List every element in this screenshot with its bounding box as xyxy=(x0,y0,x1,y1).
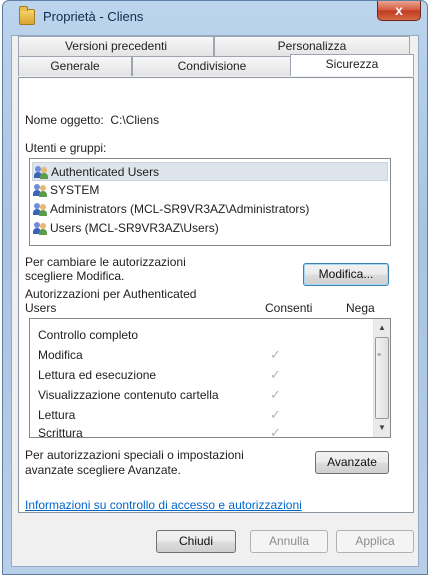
table-row: Lettura ✓ xyxy=(30,405,374,425)
advanced-button[interactable]: Avanzate xyxy=(315,451,389,474)
edit-button[interactable]: Modifica... xyxy=(303,263,389,286)
allow-check-icon: ✓ xyxy=(270,425,281,438)
scroll-thumb[interactable] xyxy=(375,337,389,419)
security-panel: Nome oggetto: C:\Cliens Utenti e gruppi:… xyxy=(18,77,414,513)
access-control-info-link[interactable]: Informazioni su controllo di accesso e a… xyxy=(25,498,302,512)
grip-icon: ≡ xyxy=(377,352,382,359)
title-bar[interactable]: Proprietà - Cliens x xyxy=(3,1,427,35)
object-name-value: C:\Cliens xyxy=(110,113,160,127)
folder-icon xyxy=(19,6,35,25)
advanced-text-1: Per autorizzazioni speciali o impostazio… xyxy=(25,448,244,462)
deny-column-header: Nega xyxy=(346,301,375,315)
permissions-title-1: Autorizzazioni per Authenticated xyxy=(25,287,197,301)
allow-check-icon: ✓ xyxy=(270,367,281,382)
scroll-up-icon[interactable]: ▲ xyxy=(374,320,390,336)
user-name: SYSTEM xyxy=(50,183,100,197)
object-name-caption: Nome oggetto: xyxy=(25,113,104,127)
list-item[interactable]: Users (MCL-SR9VR3AZ\Users) xyxy=(30,219,390,238)
user-name: Users (MCL-SR9VR3AZ\Users) xyxy=(50,221,219,235)
permission-name: Controllo completo xyxy=(38,328,139,342)
users-list[interactable]: Authenticated Users SYSTEM Administrator… xyxy=(29,158,391,246)
table-row: Visualizzazione contenuto cartella ✓ xyxy=(30,385,374,405)
tab-general[interactable]: Generale xyxy=(18,56,132,76)
allow-check-icon: ✓ xyxy=(270,407,281,422)
object-name-label: Nome oggetto: C:\Cliens xyxy=(25,113,159,127)
window-title: Proprietà - Cliens xyxy=(43,9,144,24)
permission-name: Lettura ed esecuzione xyxy=(38,368,157,382)
users-group-icon xyxy=(33,184,48,197)
close-button[interactable]: x xyxy=(377,1,421,21)
scroll-down-icon[interactable]: ▼ xyxy=(374,420,390,436)
permission-name: Lettura xyxy=(38,408,76,422)
users-group-icon xyxy=(33,203,48,216)
users-group-icon xyxy=(34,166,49,179)
permissions-scrollbar[interactable]: ▲ ≡ ▼ xyxy=(373,319,390,437)
list-item[interactable]: Administrators (MCL-SR9VR3AZ\Administrat… xyxy=(30,200,390,219)
cancel-button[interactable]: Annulla xyxy=(250,530,328,553)
tab-customize[interactable]: Personalizza xyxy=(214,36,410,56)
table-row: Lettura ed esecuzione ✓ xyxy=(30,365,374,385)
change-permissions-text-2: scegliere Modifica. xyxy=(25,269,125,283)
dialog-client-area: Versioni precedenti Personalizza General… xyxy=(11,35,419,567)
tab-strip: Versioni precedenti Personalizza General… xyxy=(12,36,420,78)
permissions-list[interactable]: Controllo completo Modifica ✓ Lettura ed… xyxy=(29,318,391,438)
allow-check-icon: ✓ xyxy=(270,387,281,402)
change-permissions-text-1: Per cambiare le autorizzazioni xyxy=(25,255,186,269)
groups-label: Utenti e gruppi: xyxy=(25,141,107,155)
apply-button[interactable]: Applica xyxy=(336,530,414,553)
table-row: Controllo completo xyxy=(30,325,374,345)
advanced-text-2: avanzate scegliere Avanzate. xyxy=(25,463,181,477)
allow-check-icon: ✓ xyxy=(270,347,281,362)
table-row: Modifica ✓ xyxy=(30,345,374,365)
tab-previous-versions[interactable]: Versioni precedenti xyxy=(18,36,214,56)
close-dialog-button[interactable]: Chiudi xyxy=(156,530,236,553)
allow-column-header: Consenti xyxy=(265,301,313,315)
permissions-title-2: Users xyxy=(25,301,57,315)
list-item[interactable]: Authenticated Users xyxy=(32,162,388,181)
permission-name: Modifica xyxy=(38,348,83,362)
permission-name: Scrittura xyxy=(38,426,83,438)
list-item[interactable]: SYSTEM xyxy=(30,181,390,200)
users-group-icon xyxy=(33,222,48,235)
tab-security[interactable]: Sicurezza xyxy=(290,54,414,76)
tab-sharing[interactable]: Condivisione xyxy=(132,56,292,76)
user-name: Authenticated Users xyxy=(51,165,160,179)
table-row: Scrittura ✓ xyxy=(30,423,374,438)
user-name: Administrators (MCL-SR9VR3AZ\Administrat… xyxy=(50,202,310,216)
permission-name: Visualizzazione contenuto cartella xyxy=(38,388,219,402)
properties-window: Proprietà - Cliens x Versioni precedenti… xyxy=(2,0,428,575)
